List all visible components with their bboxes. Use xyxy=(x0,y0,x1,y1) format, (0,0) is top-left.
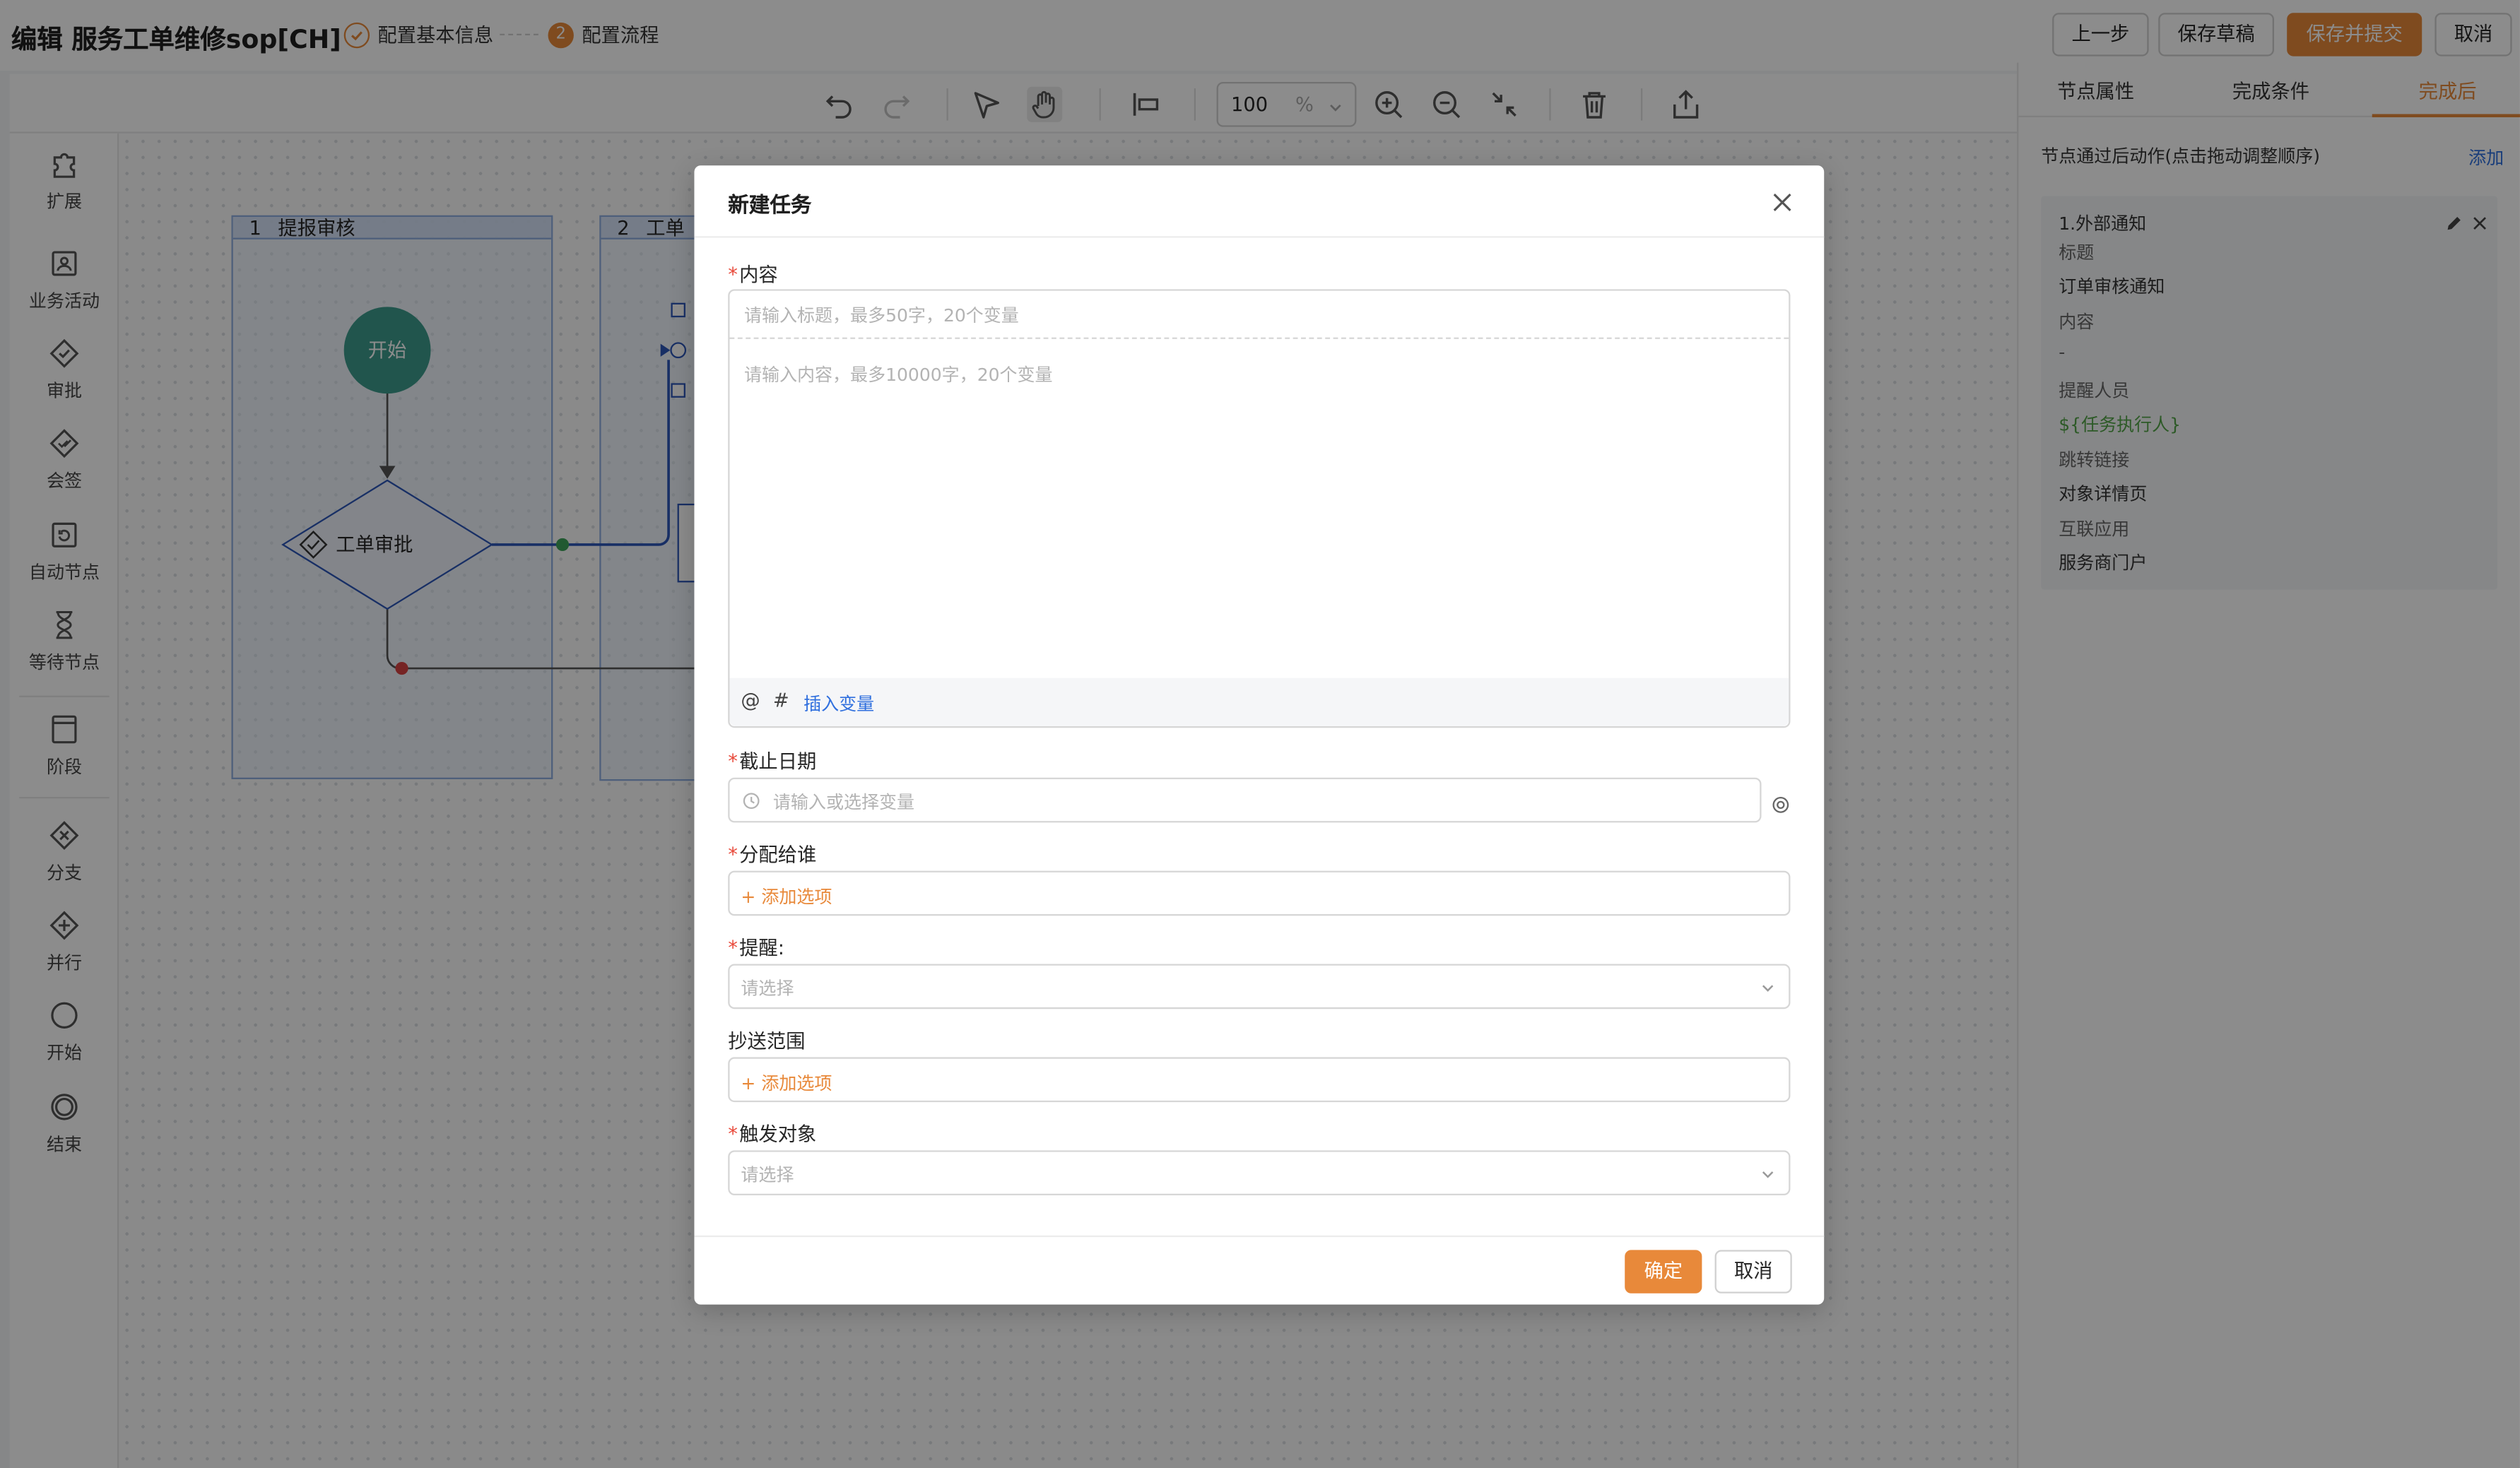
trigger-label: * 触发对象 xyxy=(728,1123,817,1146)
dialog-title: 新建任务 xyxy=(728,194,812,219)
cc-label: 抄送范围 xyxy=(728,1029,806,1053)
remind-select[interactable]: 请选择 xyxy=(728,964,1791,1010)
hash-icon[interactable]: # xyxy=(773,689,789,712)
add-cc-option[interactable]: + 添加选项 xyxy=(741,1070,832,1096)
cc-field[interactable]: + 添加选项 xyxy=(728,1057,1791,1103)
gear-icon[interactable] xyxy=(1771,791,1790,813)
new-task-dialog: 新建任务 * 内容 请输入标题，最多50字，20个变量 请输入内容，最多10000… xyxy=(694,165,1825,1305)
clock-icon xyxy=(743,792,760,810)
confirm-button[interactable]: 确定 xyxy=(1625,1250,1702,1294)
dialog-header: 新建任务 xyxy=(694,165,1825,238)
trigger-select[interactable]: 请选择 xyxy=(728,1150,1791,1196)
assignee-field[interactable]: + 添加选项 xyxy=(728,870,1791,916)
deadline-input[interactable]: 请输入或选择变量 xyxy=(728,777,1762,823)
close-icon[interactable] xyxy=(1770,189,1795,215)
mention-icon[interactable]: @ xyxy=(741,689,760,712)
content-label: * 内容 xyxy=(728,263,778,286)
editor-divider xyxy=(729,337,1789,339)
content-editor: 请输入标题，最多50字，20个变量 请输入内容，最多10000字，20个变量 @… xyxy=(728,289,1791,728)
add-assignee-option[interactable]: + 添加选项 xyxy=(741,884,832,909)
insert-variable-link[interactable]: 插入变量 xyxy=(803,691,874,716)
editor-toolbar: @ # 插入变量 xyxy=(729,677,1789,726)
app-root: 编辑 服务工单维修sop[CH] 配置基本信息 2 配置流程 上一步 保存草稿 … xyxy=(0,0,2520,1468)
title-input[interactable]: 请输入标题，最多50字，20个变量 xyxy=(744,302,1019,328)
chevron-down-icon xyxy=(1760,1166,1776,1183)
dialog-footer: 确定 取消 xyxy=(694,1235,1825,1305)
remind-label: * 提醒: xyxy=(728,936,784,959)
chevron-down-icon xyxy=(1760,980,1776,996)
dialog-cancel-button[interactable]: 取消 xyxy=(1714,1250,1792,1294)
deadline-label: * 截止日期 xyxy=(728,750,817,773)
assignee-label: * 分配给谁 xyxy=(728,843,817,866)
content-textarea[interactable]: 请输入内容，最多10000字，20个变量 xyxy=(744,362,1053,387)
